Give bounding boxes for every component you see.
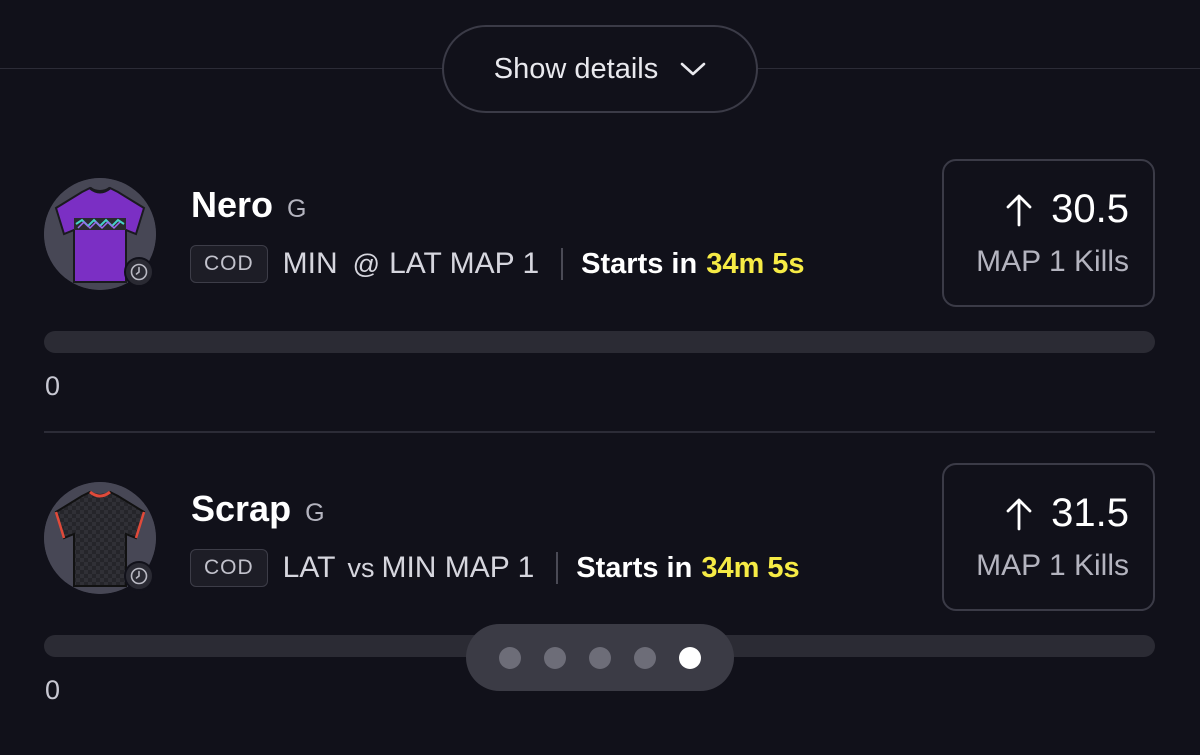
progress-value: 0 — [45, 675, 61, 705]
opponent-map: MIN MAP 1 — [381, 551, 535, 584]
matchup-separator: @ — [352, 249, 381, 279]
page-dot[interactable] — [589, 646, 611, 669]
stat-label: MAP 1 Kills — [976, 245, 1129, 278]
opponent-map: LAT MAP 1 — [389, 247, 540, 280]
card-divider — [44, 431, 1155, 433]
matchup: LAT vs MIN MAP 1 — [283, 551, 535, 585]
line-value: 30.5 — [1051, 187, 1129, 231]
countdown: 34m 5s — [701, 551, 800, 584]
page-dot[interactable] — [634, 646, 656, 669]
line-value: 31.5 — [1051, 491, 1129, 535]
team-abbrev: LAT — [282, 551, 336, 584]
show-details-button[interactable]: Show details — [442, 25, 758, 113]
progress-value: 0 — [45, 371, 61, 401]
chevron-down-icon — [680, 61, 706, 77]
line-value-row: 31.5 — [1005, 491, 1129, 536]
countdown: 34m 5s — [706, 247, 805, 280]
starts-label: Starts in — [581, 247, 698, 280]
game-info-row: COD MIN @ LAT MAP 1 Starts in 34m 5s — [190, 244, 805, 284]
matchup: MIN @ LAT MAP 1 — [283, 247, 540, 281]
page-dot[interactable] — [679, 646, 701, 669]
league-badge: COD — [190, 245, 268, 283]
meta-divider — [556, 552, 559, 584]
projection-box[interactable]: 30.5 MAP 1 Kills — [942, 159, 1155, 307]
game-info-row: COD LAT vs MIN MAP 1 Starts in 34m 5s — [190, 548, 800, 588]
arrow-up-icon — [1005, 497, 1033, 531]
player-name-row: Scrap G — [191, 488, 325, 530]
show-details-label: Show details — [493, 52, 659, 85]
team-abbrev: MIN — [282, 247, 338, 280]
matchup-separator: vs — [347, 553, 375, 583]
player-name-row: Nero G — [191, 184, 306, 226]
clock-icon — [124, 561, 154, 591]
player-name: Nero — [191, 184, 274, 225]
start-time: Starts in 34m 5s — [581, 248, 804, 281]
progress-bar — [44, 331, 1155, 353]
arrow-up-icon — [1005, 193, 1033, 227]
starts-label: Starts in — [576, 551, 693, 584]
line-value-row: 30.5 — [1005, 187, 1129, 232]
stat-label: MAP 1 Kills — [976, 549, 1129, 582]
projection-box[interactable]: 31.5 MAP 1 Kills — [942, 463, 1155, 611]
start-time: Starts in 34m 5s — [576, 552, 799, 585]
player-position: G — [287, 195, 307, 223]
page-dot[interactable] — [499, 646, 521, 669]
player-position: G — [305, 499, 325, 527]
player-name: Scrap — [191, 488, 292, 529]
meta-divider — [561, 248, 564, 280]
page-indicator — [466, 624, 734, 691]
clock-icon — [124, 257, 154, 287]
league-badge: COD — [190, 549, 268, 587]
page-dot[interactable] — [544, 646, 566, 669]
